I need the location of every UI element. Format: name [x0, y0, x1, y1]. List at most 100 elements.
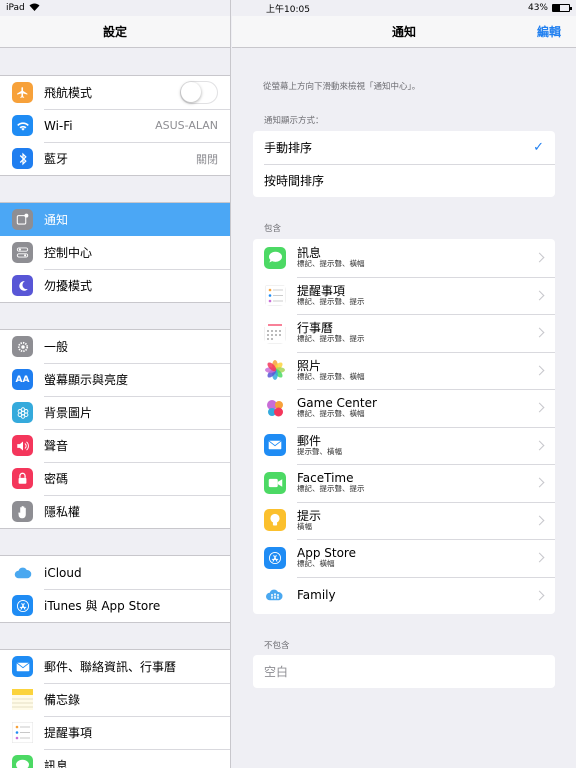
settings-row-label: 備忘錄 [44, 693, 81, 707]
status-left: iPad [6, 3, 40, 14]
app-notification-row[interactable]: 提醒事項 標記、提示聲、提示 [253, 276, 555, 315]
settings-row[interactable]: 勿擾模式 [0, 269, 230, 302]
app-alert-styles: 標記、提示聲、橫幅 [297, 371, 365, 381]
app-name: 提示 [297, 508, 322, 523]
settings-row-label: 勿擾模式 [44, 279, 93, 293]
settings-row-label: 提醒事項 [44, 726, 93, 740]
settings-group: 一般 AA 螢幕顯示與亮度 背景圖片聲音密碼 隱私權 [0, 329, 230, 529]
settings-row[interactable]: AA 螢幕顯示與亮度 [0, 363, 230, 396]
bluetooth-icon [12, 148, 33, 169]
include-section-label: 包含 [264, 224, 282, 234]
app-text: FaceTime 標記、提示聲、提示 [297, 471, 555, 494]
app-alert-styles: 標記、橫幅 [297, 559, 335, 569]
settings-row[interactable]: 隱私權 [0, 495, 230, 528]
app-notification-row[interactable]: 行事曆 標記、提示聲、提示 [253, 314, 555, 352]
moon-icon [12, 275, 33, 296]
settings-row[interactable]: 藍牙 關閉 [0, 142, 230, 175]
settings-row[interactable]: 聲音 [0, 429, 230, 462]
app-alert-styles: 標記、提示聲、提示 [297, 296, 365, 306]
wallpaper-icon [12, 402, 33, 423]
calendar-icon [264, 321, 286, 344]
app-alert-styles: 標記、提示聲、橫幅 [297, 259, 365, 269]
notification-center-hint: 從螢幕上方向下滑動來檢視「通知中心」。 [263, 82, 421, 92]
settings-row[interactable]: 背景圖片 [0, 396, 230, 429]
sort-option[interactable]: 手動排序 ✓ [253, 131, 555, 164]
app-text: App Store 標記、橫幅 [297, 546, 555, 569]
app-notification-row[interactable]: 提示 橫幅 [253, 501, 555, 540]
settings-row[interactable]: Wi-Fi ASUS-ALAN [0, 109, 230, 142]
app-text: 行事曆 標記、提示聲、提示 [297, 321, 555, 344]
settings-row[interactable]: 控制中心 [0, 236, 230, 269]
settings-row[interactable]: 訊息 [0, 749, 230, 768]
notifications-icon [12, 209, 33, 230]
app-notification-row[interactable]: FaceTime 標記、提示聲、提示 [253, 464, 555, 502]
panel-title: 通知 [391, 25, 416, 39]
settings-row-label: iTunes 與 App Store [44, 599, 161, 613]
app-text: 提醒事項 標記、提示聲、提示 [297, 284, 555, 306]
app-alert-styles: 標記、提示聲、橫幅 [297, 409, 365, 419]
settings-row-label: Wi-Fi [44, 118, 73, 133]
settings-row-label: 飛航模式 [44, 86, 93, 100]
settings-row[interactable]: 通知 [0, 203, 230, 236]
airplane-mode-toggle[interactable] [180, 81, 218, 104]
app-text: 照片 標記、提示聲、橫幅 [297, 359, 555, 381]
status-bar: iPad 上午10:05 43% [0, 0, 576, 16]
photos-icon [264, 359, 286, 382]
app-alert-styles: 橫幅 [297, 521, 312, 531]
app-notification-row[interactable]: 照片 標記、提示聲、橫幅 [253, 351, 555, 390]
app-alert-styles: 標記、提示聲、提示 [297, 334, 365, 344]
battery-icon [552, 4, 572, 12]
battery-fill [553, 5, 560, 11]
reminders-icon [264, 284, 286, 307]
app-text: 郵件 提示聲、橫幅 [297, 433, 555, 456]
sort-options: 手動排序 ✓ 按時間排序 [253, 131, 555, 197]
app-notification-row[interactable]: Family [253, 576, 555, 615]
app-alert-styles: 提示聲、橫幅 [297, 446, 342, 456]
settings-group: iCloud iTunes 與 App Store [0, 555, 230, 623]
display-icon: AA [12, 369, 33, 390]
included-apps-list: 訊息 標記、提示聲、橫幅提醒事項 標記、提示聲、提示 行事曆 標記、提示聲、提示 照片 標記… [253, 239, 555, 614]
sort-option[interactable]: 按時間排序 [253, 164, 555, 197]
app-name: 郵件 [297, 433, 322, 448]
lock-icon [12, 468, 33, 489]
settings-row[interactable]: 密碼 [0, 462, 230, 495]
settings-row-label: 一般 [44, 340, 69, 354]
wifi-signal-icon [29, 3, 40, 14]
edit-button[interactable]: 編輯 [537, 23, 561, 40]
battery-percent: 43% [527, 3, 548, 13]
app-text: Game Center 標記、提示聲、橫幅 [297, 396, 555, 419]
tips-icon [264, 509, 286, 532]
settings-row[interactable]: iCloud [0, 556, 230, 589]
app-notification-row[interactable]: Game Center 標記、提示聲、橫幅 [253, 389, 555, 427]
settings-row[interactable]: iTunes 與 App Store [0, 589, 230, 622]
app-name: Family [297, 587, 336, 602]
settings-row[interactable]: 飛航模式 [0, 76, 230, 109]
toggle-knob [181, 82, 201, 102]
settings-row-label: 聲音 [44, 439, 69, 453]
game-center-icon [264, 396, 286, 419]
gear-icon [12, 336, 33, 357]
app-notification-row[interactable]: App Store 標記、橫幅 [253, 539, 555, 577]
reminders-icon [12, 722, 33, 743]
wifi-icon [12, 115, 33, 136]
settings-row[interactable]: 提醒事項 [0, 716, 230, 749]
app-store-icon [264, 546, 286, 569]
settings-row[interactable]: 備忘錄 [0, 683, 230, 716]
settings-row[interactable]: 一般 [0, 330, 230, 363]
settings-row[interactable]: 郵件、聯絡資訊、行事曆 [0, 650, 230, 683]
app-notification-row[interactable]: 訊息 標記、提示聲、橫幅 [253, 239, 555, 277]
settings-row-label: 控制中心 [44, 246, 93, 260]
hand-icon [12, 501, 33, 522]
mail-icon [12, 656, 33, 677]
panel-header: 通知 編輯 [232, 16, 576, 48]
settings-row-label: 螢幕顯示與亮度 [44, 373, 129, 387]
mail-icon [264, 434, 286, 457]
settings-group: 通知控制中心勿擾模式 [0, 202, 230, 303]
settings-list: 飛航模式 Wi-Fi ASUS-ALAN 藍牙 關閉通知控制中心勿擾模式一般 AA 螢幕顯示… [0, 48, 230, 768]
settings-row-label: 背景圖片 [44, 406, 93, 420]
app-alert-styles: 標記、提示聲、提示 [297, 484, 365, 494]
notifications-panel: 通知 編輯 從螢幕上方向下滑動來檢視「通知中心」。 通知顯示方式： 手動排序 ✓ 按… [232, 0, 576, 768]
app-notification-row[interactable]: 郵件 提示聲、橫幅 [253, 426, 555, 465]
